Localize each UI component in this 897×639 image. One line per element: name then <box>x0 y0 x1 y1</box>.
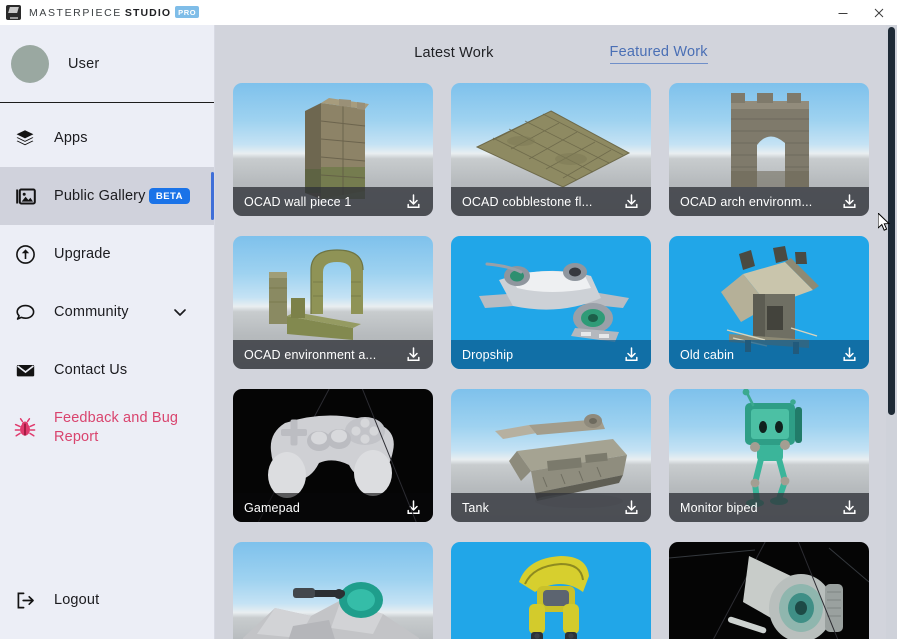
card-caption: Monitor biped <box>669 493 869 522</box>
gallery-card[interactable]: Dropship <box>451 236 651 369</box>
card-caption: Old cabin <box>669 340 869 369</box>
gallery-card[interactable]: Tank <box>451 389 651 522</box>
logo-badge-pro: PRO <box>175 6 199 18</box>
download-icon[interactable] <box>839 498 859 518</box>
layers-icon <box>13 126 37 150</box>
logo-word-masterpiece: MASTERPIECE <box>29 7 122 19</box>
sidebar-item-label: Apps <box>54 129 88 148</box>
bug-icon <box>13 416 37 440</box>
card-caption: OCAD wall piece 1 <box>233 187 433 216</box>
gallery-card[interactable]: Gamepad <box>233 389 433 522</box>
download-icon[interactable] <box>403 192 423 212</box>
card-title: Tank <box>462 501 621 515</box>
sidebar-footer: Logout <box>0 571 214 639</box>
sidebar: User Apps <box>0 25 215 639</box>
window-body: User Apps <box>0 25 897 639</box>
title-bar: MASTERPIECE STUDIO PRO <box>0 0 897 25</box>
gallery-card[interactable]: OCAD cobblestone fl... <box>451 83 651 216</box>
application-window: MASTERPIECE STUDIO PRO User <box>0 0 897 639</box>
profile-name: User <box>68 56 99 72</box>
close-button[interactable] <box>861 0 897 25</box>
gallery-card[interactable] <box>669 542 869 639</box>
model-thumbnail-yellow-mech <box>451 542 651 639</box>
tab-featured-work[interactable]: Featured Work <box>610 44 708 64</box>
gallery-card[interactable] <box>451 542 651 639</box>
download-icon[interactable] <box>621 498 641 518</box>
profile-section[interactable]: User <box>0 25 214 103</box>
card-caption: OCAD cobblestone fl... <box>451 187 651 216</box>
gallery-grid: OCAD wall piece 1 <box>233 83 875 639</box>
gallery-card[interactable]: Monitor biped <box>669 389 869 522</box>
sidebar-item-label: Contact Us <box>54 361 127 380</box>
gallery-card[interactable]: OCAD environment a... <box>233 236 433 369</box>
card-title: OCAD environment a... <box>244 348 403 362</box>
sidebar-item-contact-us[interactable]: Contact Us <box>0 341 214 399</box>
sidebar-item-label: Logout <box>54 591 99 610</box>
main-content: Latest Work Featured Work <box>215 25 897 639</box>
upgrade-arrow-icon <box>13 242 37 266</box>
app-wordmark: MASTERPIECE STUDIO PRO <box>29 7 199 19</box>
card-title: Gamepad <box>244 501 403 515</box>
sidebar-item-upgrade[interactable]: Upgrade <box>0 225 214 283</box>
tab-latest-work[interactable]: Latest Work <box>414 45 493 64</box>
sidebar-item-community[interactable]: Community <box>0 283 214 341</box>
gallery-card[interactable]: OCAD arch environm... <box>669 83 869 216</box>
image-gallery-icon <box>13 184 37 208</box>
gallery-scroll-area[interactable]: OCAD wall piece 1 <box>215 83 897 639</box>
gallery-card[interactable]: Old cabin <box>669 236 869 369</box>
download-icon[interactable] <box>839 345 859 365</box>
card-title: Dropship <box>462 348 621 362</box>
sidebar-nav: Apps Public Gallery BETA <box>0 103 214 457</box>
chevron-down-icon[interactable] <box>172 304 206 320</box>
sidebar-item-feedback-and-bug-report[interactable]: Feedback and Bug Report <box>0 399 214 457</box>
logout-icon <box>13 588 37 612</box>
sidebar-item-label: Feedback and Bug Report <box>54 409 206 446</box>
gallery-card[interactable] <box>233 542 433 639</box>
status-badge-beta: BETA <box>149 188 190 204</box>
sidebar-item-logout[interactable]: Logout <box>0 571 214 629</box>
download-icon[interactable] <box>839 192 859 212</box>
vertical-scrollbar[interactable] <box>886 25 897 639</box>
sidebar-item-label: Upgrade <box>54 245 111 264</box>
logo-word-studio: STUDIO <box>125 7 171 19</box>
avatar <box>11 45 49 83</box>
sidebar-item-public-gallery[interactable]: Public Gallery BETA <box>0 167 214 225</box>
app-logo-icon <box>6 5 21 20</box>
card-title: Monitor biped <box>680 501 839 515</box>
card-title: OCAD wall piece 1 <box>244 195 403 209</box>
minimize-button[interactable] <box>825 0 861 25</box>
card-caption: Dropship <box>451 340 651 369</box>
card-title: OCAD cobblestone fl... <box>462 195 621 209</box>
card-caption: OCAD arch environm... <box>669 187 869 216</box>
gallery-card[interactable]: OCAD wall piece 1 <box>233 83 433 216</box>
card-title: Old cabin <box>680 348 839 362</box>
sidebar-item-label: Community <box>54 303 129 322</box>
model-thumbnail-engine-part <box>669 542 869 639</box>
card-title: OCAD arch environm... <box>680 195 839 209</box>
download-icon[interactable] <box>621 345 641 365</box>
card-caption: Gamepad <box>233 493 433 522</box>
tab-bar: Latest Work Featured Work <box>215 25 897 83</box>
scrollbar-thumb[interactable] <box>888 27 895 415</box>
sidebar-spacer <box>0 457 214 571</box>
sidebar-item-label: Public Gallery <box>54 187 146 206</box>
download-icon[interactable] <box>621 192 641 212</box>
sidebar-item-apps[interactable]: Apps <box>0 109 214 167</box>
chat-bubble-icon <box>13 300 37 324</box>
download-icon[interactable] <box>403 345 423 365</box>
download-icon[interactable] <box>403 498 423 518</box>
card-caption: OCAD environment a... <box>233 340 433 369</box>
model-thumbnail-rock-turret <box>233 542 433 639</box>
card-caption: Tank <box>451 493 651 522</box>
envelope-icon <box>13 358 37 382</box>
